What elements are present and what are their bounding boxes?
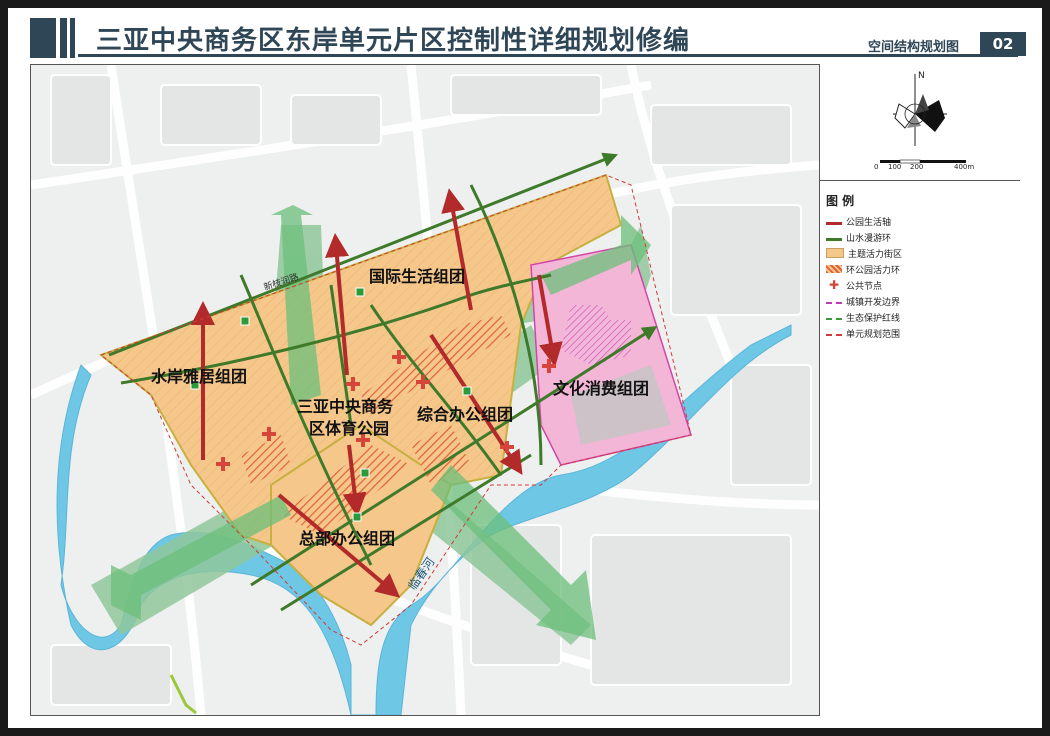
red-dashed-line-icon: [826, 330, 842, 336]
legend-item: 环公园活力环: [826, 262, 900, 276]
legend-item: 城镇开发边界: [826, 294, 900, 308]
legend-item: ✚ 公共节点: [826, 278, 882, 292]
orange-fill-icon: [826, 248, 844, 258]
legend-item: 山水漫游环: [826, 230, 891, 244]
zone-label: 三亚中央商务: [297, 397, 394, 416]
magenta-dashed-line-icon: [826, 298, 842, 304]
red-hatch-icon: [826, 265, 842, 273]
zone-label: 水岸雅居组团: [151, 367, 248, 386]
zone-label: 国际生活组团: [369, 267, 466, 286]
zone-label: 综合办公组团: [417, 405, 514, 424]
legend-item: 生态保护红线: [826, 310, 900, 324]
planning-map: [31, 65, 819, 715]
red-arrow-line-icon: [826, 218, 842, 225]
legend-item: 公园生活轴: [826, 214, 891, 228]
map-sheet: 三亚中央商务区东岸单元片区控制性详细规划修编 空间结构规划图 02 新枝润路 临…: [8, 8, 1042, 728]
page-number: 02: [980, 32, 1026, 56]
north-label: N: [918, 71, 925, 81]
legend-divider: [820, 180, 1020, 181]
legend-item: 主题活力街区: [826, 246, 902, 260]
map-subtitle: 空间结构规划图: [868, 40, 960, 55]
legend-item: 单元规划范围: [826, 326, 900, 340]
lower-left-green-line: [169, 674, 197, 715]
legend-panel: N 0 100 200 400m 图 例 公园生活轴 山水漫游环 主题活力街区: [820, 64, 1026, 714]
zone-label: 文化消费组团: [553, 379, 650, 398]
green-dashed-line-icon: [826, 314, 842, 320]
red-cross-icon: ✚: [828, 278, 840, 292]
legend-title: 图 例: [826, 194, 855, 208]
map-canvas[interactable]: 新枝润路 临春河 国际生活组团 水岸雅居组团 三亚中央商务 区体育公园 综合办公…: [30, 64, 820, 716]
page-title: 三亚中央商务区东岸单元片区控制性详细规划修编: [96, 26, 691, 56]
green-line-icon: [826, 234, 842, 241]
zone-label: 总部办公组团: [299, 529, 396, 548]
zone-label: 区体育公园: [309, 419, 390, 438]
compass-rose-icon: [893, 74, 947, 146]
